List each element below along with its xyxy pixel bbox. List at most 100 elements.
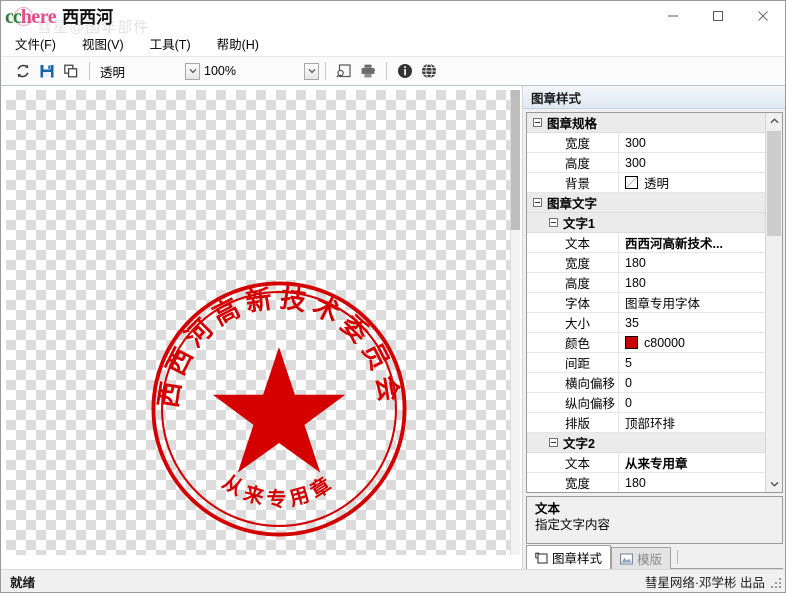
preview-button[interactable] <box>332 60 356 82</box>
property-name-label: 大小 <box>565 317 591 331</box>
chevron-down-icon[interactable] <box>304 62 319 80</box>
property-value-cell[interactable]: c80000 <box>619 333 765 353</box>
maximize-button[interactable] <box>695 1 740 31</box>
zoom-combo-value: 100% <box>204 64 236 78</box>
panel-title: 图章样式 <box>523 86 785 109</box>
chevron-up-icon <box>770 118 778 124</box>
property-value-cell[interactable]: 5 <box>619 353 765 373</box>
background-combo[interactable]: 透明 <box>96 60 200 82</box>
property-name-cell: 纵向偏移 <box>527 392 619 413</box>
property-row[interactable]: 宽度 300 <box>527 132 765 153</box>
menu-item-help[interactable]: 帮助(H) <box>217 34 259 53</box>
property-value-cell[interactable]: 35 <box>619 313 765 333</box>
collapse-toggle-icon[interactable] <box>533 118 542 127</box>
property-row[interactable]: 文本 从来专用章 <box>527 452 765 473</box>
tab-stamp-style[interactable]: 图章样式 <box>526 545 612 569</box>
resize-grip[interactable] <box>771 578 782 589</box>
canvas-area[interactable]: 西西河高新技术委员会 从来专用章 <box>1 86 523 569</box>
grid-scrollbar-thumb[interactable] <box>767 131 781 236</box>
property-name-label: 背景 <box>565 177 591 191</box>
main-body: 西西河高新技术委员会 从来专用章 图章样式 图章规格 宽度 300 高度 300 背景 透明… <box>1 86 785 569</box>
print-button[interactable] <box>356 60 380 82</box>
collapse-toggle-icon[interactable] <box>549 438 558 447</box>
toolbar-separator-1 <box>89 62 90 80</box>
refresh-button[interactable] <box>11 60 35 82</box>
app-logo: cc here 西西河 <box>1 3 113 29</box>
property-value-cell[interactable]: 0 <box>619 393 765 413</box>
canvas-scrollbar-thumb[interactable] <box>511 90 520 230</box>
info-button[interactable] <box>393 60 417 82</box>
property-value-cell[interactable]: 300 <box>619 133 765 153</box>
property-row[interactable]: 横向偏移 0 <box>527 372 765 393</box>
property-name-label: 文字1 <box>563 217 595 231</box>
transparent-canvas[interactable]: 西西河高新技术委员会 从来专用章 <box>6 90 510 555</box>
property-value-cell[interactable]: 180 <box>619 473 765 493</box>
property-row[interactable]: 宽度 180 <box>527 252 765 273</box>
tab-stamp-style-label: 图章样式 <box>552 552 603 566</box>
property-value-cell[interactable]: 图章专用字体 <box>619 293 765 313</box>
property-value-cell[interactable]: 顶部环排 <box>619 413 765 433</box>
property-value-cell[interactable]: 180 <box>619 253 765 273</box>
copy-button[interactable] <box>59 60 83 82</box>
scroll-up-button[interactable] <box>766 113 782 129</box>
scroll-down-button[interactable] <box>766 476 782 492</box>
property-row[interactable]: 颜色 c80000 <box>527 332 765 353</box>
logo-title-text: 西西河 <box>62 8 114 27</box>
property-row[interactable]: 宽度 180 <box>527 472 765 493</box>
property-row[interactable]: 字体 图章专用字体 <box>527 292 765 313</box>
status-right-text: 彗星网络·邓学彬 出品 <box>644 575 765 590</box>
property-grid[interactable]: 图章规格 宽度 300 高度 300 背景 透明 图章文字 文字1 文本 西西河高新技术... 宽度 1… <box>527 113 765 492</box>
property-value-cell[interactable]: 300 <box>619 153 765 173</box>
property-row[interactable]: 高度 300 <box>527 152 765 173</box>
chevron-down-glyph <box>308 68 315 74</box>
property-name-cell: 大小 <box>527 312 619 333</box>
menu-item-tools[interactable]: 工具(T) <box>150 34 191 53</box>
close-button[interactable] <box>740 1 785 31</box>
property-value-cell[interactable]: 西西河高新技术... <box>619 233 765 253</box>
property-value-cell[interactable]: 0 <box>619 373 765 393</box>
property-row[interactable]: 文本 西西河高新技术... <box>527 232 765 253</box>
property-value-cell[interactable]: 从来专用章 <box>619 453 765 473</box>
toolbar-separator-3 <box>386 62 387 80</box>
property-row[interactable]: 间距 5 <box>527 352 765 373</box>
logo-here-text: here <box>20 6 57 28</box>
collapse-toggle-icon[interactable] <box>549 218 558 227</box>
minimize-button[interactable] <box>650 1 695 31</box>
grid-vertical-scrollbar[interactable] <box>765 113 782 492</box>
property-name-label: 文字2 <box>563 437 595 451</box>
property-category-row[interactable]: 图章规格 <box>527 113 765 133</box>
property-name-cell: 排版 <box>527 412 619 433</box>
property-category-row[interactable]: 文字1 <box>527 213 765 233</box>
image-icon <box>620 553 633 565</box>
property-name-label: 高度 <box>565 277 591 291</box>
property-value-cell[interactable]: 180 <box>619 273 765 293</box>
property-category-row[interactable]: 图章文字 <box>527 193 765 213</box>
tab-template[interactable]: 模版 <box>611 547 672 569</box>
canvas-vertical-scrollbar[interactable] <box>510 90 520 555</box>
status-left-text: 就绪 <box>10 575 36 590</box>
minimize-icon <box>667 15 678 17</box>
color-swatch[interactable] <box>625 176 638 189</box>
maximize-icon <box>712 11 723 21</box>
property-row[interactable]: 高度 180 <box>527 272 765 293</box>
property-row[interactable]: 背景 透明 <box>527 172 765 193</box>
description-text: 指定文字内容 <box>535 518 611 532</box>
property-value-cell[interactable]: 透明 <box>619 173 765 193</box>
save-button[interactable] <box>35 60 59 82</box>
panel-tabstrip: 图章样式 模版 <box>523 544 785 569</box>
web-button[interactable] <box>417 60 441 82</box>
color-swatch[interactable] <box>625 336 638 349</box>
property-row[interactable]: 大小 35 <box>527 312 765 333</box>
property-name-cell: 高度 <box>527 152 619 173</box>
property-name-cell: 颜色 <box>527 332 619 353</box>
property-name-cell: 文本 <box>527 232 619 253</box>
stamp-preview: 西西河高新技术委员会 从来专用章 <box>151 281 407 537</box>
tabstrip-divider <box>677 549 679 564</box>
window-controls <box>650 1 785 31</box>
property-row[interactable]: 排版 顶部环排 <box>527 412 765 433</box>
zoom-combo[interactable]: 100% <box>200 60 319 82</box>
property-row[interactable]: 纵向偏移 0 <box>527 392 765 413</box>
property-category-row[interactable]: 文字2 <box>527 433 765 453</box>
collapse-toggle-icon[interactable] <box>533 198 542 207</box>
chevron-down-icon[interactable] <box>185 62 200 80</box>
